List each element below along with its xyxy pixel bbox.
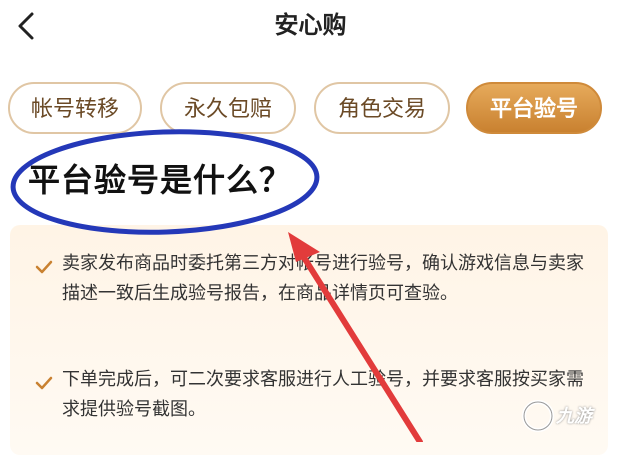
page-title: 安心购 <box>274 11 347 39</box>
check-icon <box>35 376 53 390</box>
list-item-text: 下单完成后，可二次要求客服进行人工验号，并要求客服按买家需求提供验号截图。 <box>62 369 584 420</box>
list-item: 卖家发布商品时委托第三方对帐号进行验号，确认游戏信息与卖家描述一致后生成验号报告… <box>34 249 594 309</box>
nav-bar: 安心购 <box>0 0 621 60</box>
info-card: 卖家发布商品时委托第三方对帐号进行验号，确认游戏信息与卖家描述一致后生成验号报告… <box>10 225 608 455</box>
tab-permanent-compensation[interactable]: 永久包赔 <box>160 82 296 134</box>
check-icon <box>35 260 53 274</box>
tab-bar: 帐号转移 永久包赔 角色交易 平台验号 <box>0 82 621 136</box>
tab-platform-verify[interactable]: 平台验号 <box>466 82 602 134</box>
section-heading: 平台验号是什么？ <box>28 161 293 199</box>
list-item-text: 卖家发布商品时委托第三方对帐号进行验号，确认游戏信息与卖家描述一致后生成验号报告… <box>62 253 584 304</box>
tab-role-trade[interactable]: 角色交易 <box>314 82 450 134</box>
tab-account-transfer[interactable]: 帐号转移 <box>8 82 142 134</box>
list-item: 下单完成后，可二次要求客服进行人工验号，并要求客服按买家需求提供验号截图。 <box>34 365 594 425</box>
watermark-text: 九游 <box>556 406 592 427</box>
